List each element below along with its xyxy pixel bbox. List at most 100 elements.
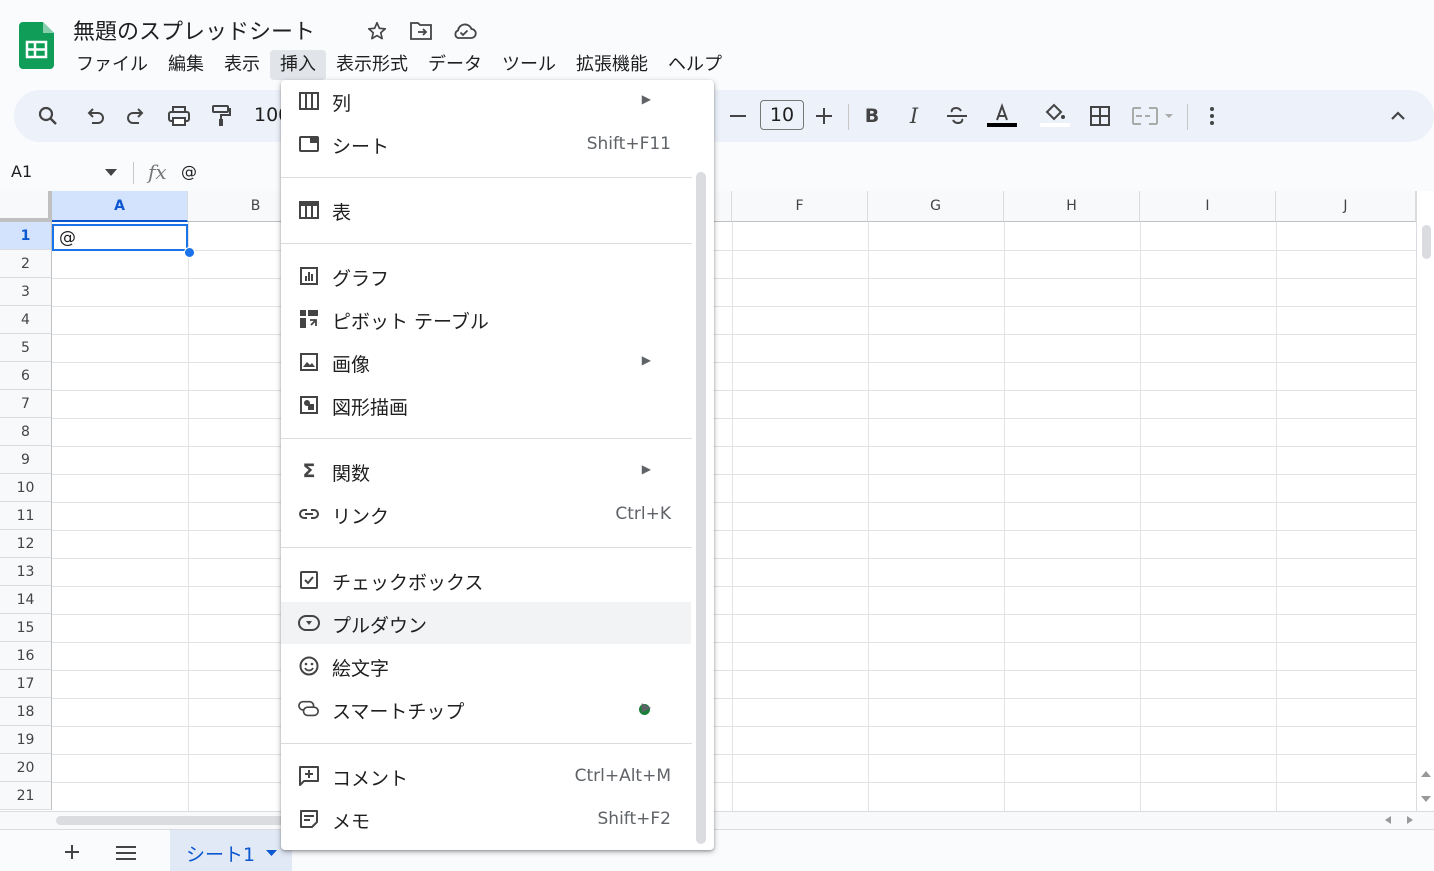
fill-handle[interactable] <box>184 247 195 258</box>
menu-item-drawing[interactable]: 図形描画 <box>281 384 691 426</box>
all-sheets-menu-icon[interactable] <box>116 845 136 864</box>
menu-item-table[interactable]: 表 <box>281 189 691 231</box>
column-header-f[interactable]: F <box>732 191 868 222</box>
cloud-saved-icon[interactable] <box>451 18 477 44</box>
row-header-16[interactable]: 16 <box>0 642 52 670</box>
undo-icon[interactable] <box>81 102 109 130</box>
menu-format[interactable]: 表示形式 <box>326 50 418 80</box>
row-header-19[interactable]: 19 <box>0 726 52 754</box>
menu-item-emoji[interactable]: 絵文字 <box>281 645 691 687</box>
row-header-3[interactable]: 3 <box>0 278 52 306</box>
sheet-tab-1[interactable]: シート1 <box>170 830 292 871</box>
row-header-8[interactable]: 8 <box>0 418 52 446</box>
row-header-20[interactable]: 20 <box>0 754 52 782</box>
chart-icon <box>298 265 320 287</box>
row-header-12[interactable]: 12 <box>0 530 52 558</box>
text-color-icon[interactable] <box>986 102 1018 130</box>
menu-item-chart[interactable]: グラフ <box>281 255 691 297</box>
search-icon[interactable] <box>34 102 62 130</box>
scroll-up-icon[interactable] <box>1421 771 1431 777</box>
column-header-a[interactable]: A <box>52 191 188 222</box>
submenu-arrow-icon: ▶ <box>641 353 651 367</box>
menu-item-comment[interactable]: コメント Ctrl+Alt+M <box>281 755 691 797</box>
scroll-thumb[interactable] <box>1422 225 1431 259</box>
decrease-font-size-icon[interactable] <box>724 102 752 130</box>
menu-insert[interactable]: 挿入 <box>270 50 326 80</box>
redo-icon[interactable] <box>122 102 150 130</box>
scroll-right-icon[interactable] <box>1407 816 1413 824</box>
bold-icon[interactable]: B <box>858 102 886 130</box>
menu-extensions[interactable]: 拡張機能 <box>566 50 658 80</box>
row-header-7[interactable]: 7 <box>0 390 52 418</box>
row-header-2[interactable]: 2 <box>0 250 52 278</box>
row-header-13[interactable]: 13 <box>0 558 52 586</box>
increase-font-size-icon[interactable] <box>810 102 838 130</box>
column-header-g[interactable]: G <box>868 191 1004 222</box>
print-icon[interactable] <box>165 102 193 130</box>
row-header-14[interactable]: 14 <box>0 586 52 614</box>
italic-icon[interactable]: I <box>900 102 928 130</box>
menu-item-column[interactable]: 列 ▶ <box>281 80 691 122</box>
column-header-i[interactable]: I <box>1140 191 1276 222</box>
row-header-9[interactable]: 9 <box>0 446 52 474</box>
fill-color-icon[interactable] <box>1039 102 1071 130</box>
chevron-down-icon[interactable] <box>266 850 277 857</box>
row-header-1[interactable]: 1 <box>0 222 52 250</box>
row-header-6[interactable]: 6 <box>0 362 52 390</box>
active-cell-a1[interactable]: @ <box>52 224 188 251</box>
menu-item-image[interactable]: 画像 ▶ <box>281 341 691 383</box>
menu-item-link[interactable]: リンク Ctrl+K <box>281 493 691 535</box>
menu-tools[interactable]: ツール <box>492 50 566 80</box>
menu-divider <box>281 743 692 744</box>
sigma-icon: Σ <box>302 460 316 482</box>
dropdown-icon <box>298 612 320 634</box>
more-options-icon[interactable] <box>1198 102 1226 130</box>
move-folder-icon[interactable] <box>408 18 434 44</box>
scroll-thumb[interactable] <box>56 816 286 825</box>
document-title[interactable]: 無題のスプレッドシート <box>73 14 315 46</box>
menu-item-sheet[interactable]: シート Shift+F11 <box>281 123 691 165</box>
row-header-5[interactable]: 5 <box>0 334 52 362</box>
horizontal-scrollbar[interactable] <box>0 811 1434 830</box>
column-header-j[interactable]: J <box>1276 191 1416 222</box>
menu-item-checkbox[interactable]: チェックボックス <box>281 559 691 601</box>
toolbar: 100 10 B I <box>14 90 1434 142</box>
formula-input[interactable]: @ <box>181 162 197 181</box>
sheets-logo[interactable] <box>19 22 54 69</box>
select-all-corner[interactable] <box>0 191 52 222</box>
strikethrough-icon[interactable] <box>943 102 971 130</box>
column-header-h[interactable]: H <box>1004 191 1140 222</box>
font-size-input[interactable]: 10 <box>760 100 804 130</box>
row-header-15[interactable]: 15 <box>0 614 52 642</box>
menu-view[interactable]: 表示 <box>214 50 270 80</box>
row-header-18[interactable]: 18 <box>0 698 52 726</box>
menu-item-smart-chip[interactable]: スマートチップ ▶ <box>281 688 691 730</box>
menu-item-dropdown[interactable]: プルダウン <box>281 602 691 644</box>
row-header-4[interactable]: 4 <box>0 306 52 334</box>
paint-format-icon[interactable] <box>207 102 235 130</box>
menu-file[interactable]: ファイル <box>66 50 158 80</box>
collapse-toolbar-icon[interactable] <box>1384 102 1412 130</box>
table-icon <box>298 199 320 221</box>
checkbox-icon <box>298 569 320 591</box>
merge-cells-icon[interactable] <box>1131 102 1175 130</box>
name-box[interactable]: A1 <box>0 156 130 188</box>
menu-help[interactable]: ヘルプ <box>658 50 732 80</box>
row-header-10[interactable]: 10 <box>0 474 52 502</box>
row-header-21[interactable]: 21 <box>0 782 52 810</box>
menu-item-pivot-table[interactable]: ピボット テーブル <box>281 298 691 340</box>
vertical-scrollbar[interactable] <box>1416 191 1434 811</box>
scroll-down-icon[interactable] <box>1421 796 1431 802</box>
add-sheet-icon[interactable] <box>63 843 81 865</box>
menu-item-note[interactable]: メモ Shift+F2 <box>281 798 691 840</box>
borders-icon[interactable] <box>1086 102 1114 130</box>
menu-data[interactable]: データ <box>418 50 492 80</box>
menu-scrollbar[interactable] <box>696 172 706 844</box>
menu-item-function[interactable]: Σ 関数 ▶ <box>281 450 691 492</box>
star-icon[interactable] <box>364 18 390 44</box>
row-header-17[interactable]: 17 <box>0 670 52 698</box>
menu-edit[interactable]: 編集 <box>158 50 214 80</box>
menu-item-label: メモ <box>332 811 371 833</box>
scroll-left-icon[interactable] <box>1385 816 1391 824</box>
row-header-11[interactable]: 11 <box>0 502 52 530</box>
